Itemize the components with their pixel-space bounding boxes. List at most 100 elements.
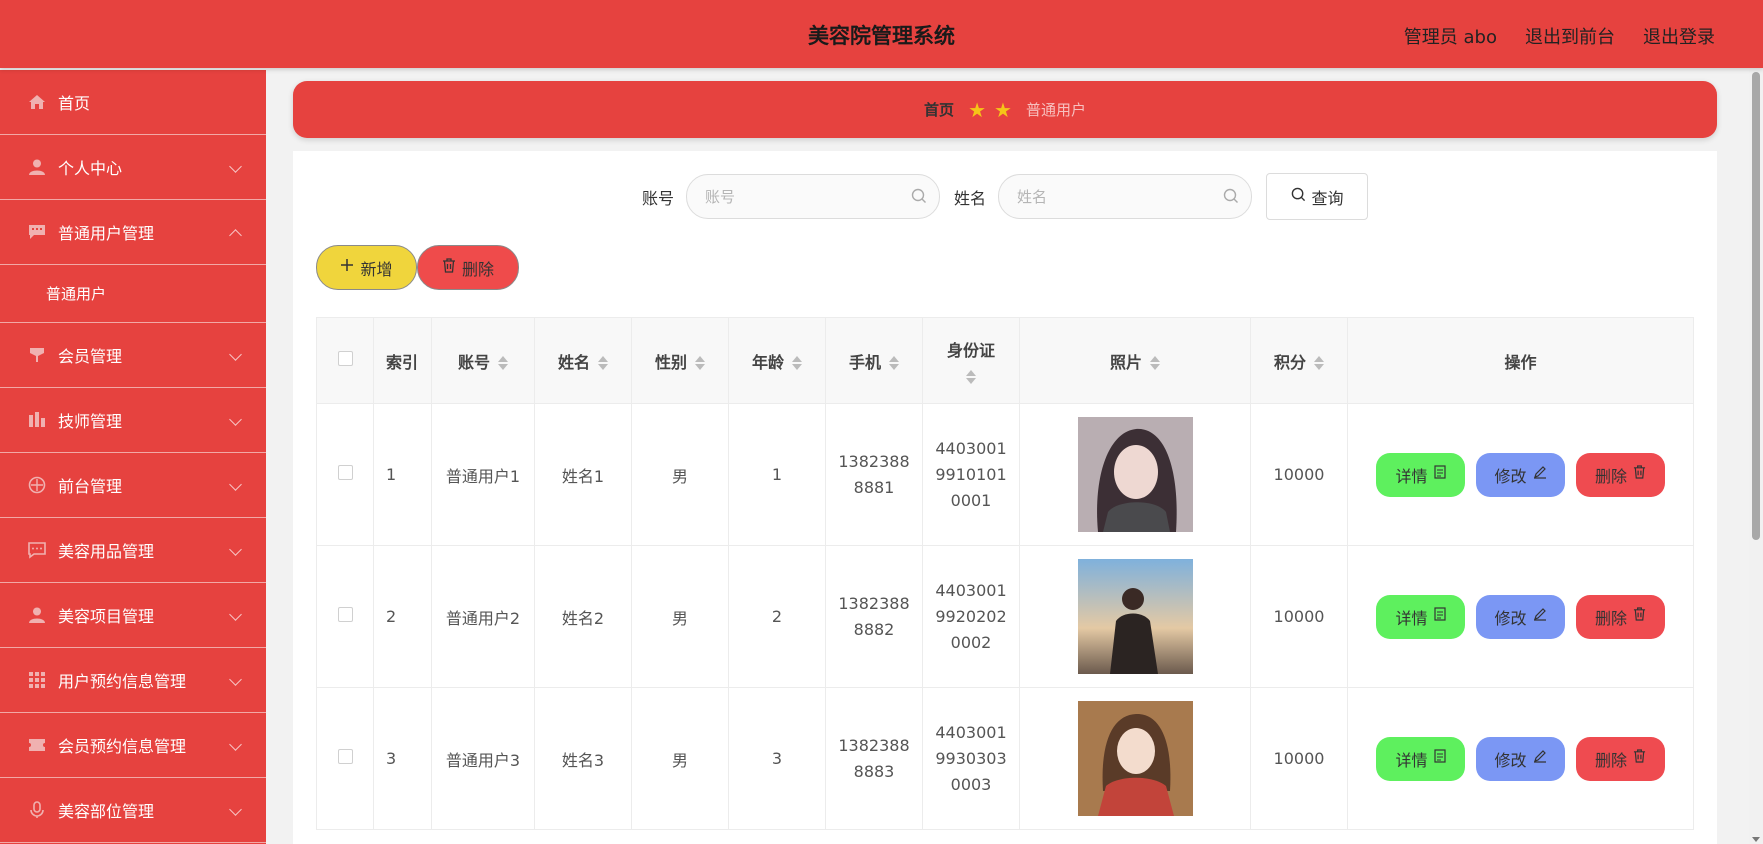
sidebar-item-label: 美容部位管理	[58, 802, 155, 821]
sidebar-item-label: 技师管理	[58, 412, 123, 431]
column-header-age[interactable]: 年龄	[728, 317, 826, 404]
document-icon	[1433, 465, 1446, 484]
user-photo[interactable]	[1077, 701, 1193, 816]
exit-to-front-link[interactable]: 退出到前台	[1525, 23, 1615, 49]
column-header-name[interactable]: 姓名	[534, 317, 632, 404]
detail-button[interactable]: 详情	[1376, 736, 1465, 781]
sidebar-item-user-management[interactable]: 普通用户管理	[0, 200, 266, 265]
add-button[interactable]: 新增	[316, 245, 417, 290]
sort-icon[interactable]	[598, 355, 608, 371]
chevron-down-icon	[229, 608, 242, 621]
sidebar-item-member-booking-management[interactable]: 会员预约信息管理	[0, 713, 266, 778]
sort-icon[interactable]	[1150, 355, 1160, 371]
column-header-index: 索引	[373, 317, 432, 404]
edit-button[interactable]: 修改	[1476, 594, 1565, 639]
cell-phone: 13823888882	[838, 593, 910, 639]
detail-button[interactable]: 详情	[1376, 594, 1465, 639]
message-icon	[28, 541, 46, 559]
batch-delete-button[interactable]: 删除	[417, 245, 519, 290]
column-header-phone[interactable]: 手机	[825, 317, 923, 404]
query-button[interactable]: 查询	[1266, 173, 1369, 220]
sidebar-item-beauty-supplies-management[interactable]: 美容用品管理	[0, 518, 266, 583]
sidebar-item-front-desk-management[interactable]: 前台管理	[0, 453, 266, 518]
header-links: 管理员 abo 退出到前台 退出登录	[1404, 23, 1715, 49]
sidebar-item-label: 会员预约信息管理	[58, 737, 187, 756]
edit-button[interactable]: 修改	[1476, 736, 1565, 781]
edit-button[interactable]: 修改	[1476, 452, 1565, 497]
row-actions: 详情 修改 删除	[1348, 594, 1693, 639]
sidebar-item-user-booking-management[interactable]: 用户预约信息管理	[0, 648, 266, 713]
scroll-down-arrow-icon[interactable]	[1752, 837, 1760, 842]
chevron-down-icon	[229, 478, 242, 491]
scrollbar-thumb[interactable]	[1752, 72, 1760, 540]
sidebar-item-beauty-area-management[interactable]: 美容部位管理	[0, 778, 266, 843]
table-header-row: 索引 账号 姓名 性别 年龄 手机 身份证 照片 积分 操作	[316, 317, 1694, 404]
sidebar-item-personal-center[interactable]: 个人中心	[0, 135, 266, 200]
chevron-down-icon	[229, 348, 242, 361]
cell-name: 姓名1	[534, 403, 632, 546]
cell-points: 10000	[1250, 545, 1348, 688]
document-icon	[1433, 607, 1446, 626]
chevron-down-icon	[229, 738, 242, 751]
action-bar: 新增 删除	[316, 245, 519, 290]
table-row: 1 普通用户1 姓名1 男 1 13823888881 440300199101…	[316, 403, 1694, 546]
mic-icon	[28, 801, 46, 819]
detail-button[interactable]: 详情	[1376, 452, 1465, 497]
delete-button[interactable]: 删除	[1576, 594, 1665, 639]
row-actions: 详情 修改 删除	[1348, 736, 1693, 781]
row-checkbox[interactable]	[337, 465, 353, 480]
select-all-checkbox[interactable]	[337, 351, 353, 366]
chevron-down-icon	[229, 160, 242, 173]
pencil-icon	[1533, 465, 1547, 484]
column-header-id-card[interactable]: 身份证	[922, 317, 1020, 404]
sort-icon[interactable]	[695, 355, 705, 371]
delete-button-label: 删除	[461, 261, 494, 279]
name-input[interactable]	[999, 175, 1252, 218]
account-search-box	[686, 174, 940, 219]
cell-points: 10000	[1250, 687, 1348, 830]
cell-age: 2	[728, 545, 826, 688]
column-header-account[interactable]: 账号	[431, 317, 535, 404]
logout-link[interactable]: 退出登录	[1643, 23, 1715, 49]
search-icon	[1291, 187, 1306, 207]
star-icon: ★	[994, 97, 1012, 122]
user-photo[interactable]	[1077, 559, 1193, 674]
sidebar-item-technician-management[interactable]: 技师管理	[0, 388, 266, 453]
sidebar-item-label: 美容用品管理	[58, 542, 155, 561]
column-header-points[interactable]: 积分	[1250, 317, 1348, 404]
sort-icon[interactable]	[1314, 355, 1324, 371]
sort-icon[interactable]	[792, 355, 802, 371]
admin-user-label[interactable]: 管理员 abo	[1404, 23, 1497, 49]
delete-button[interactable]: 删除	[1576, 452, 1665, 497]
sort-icon[interactable]	[966, 369, 976, 385]
table-row: 3 普通用户3 姓名3 男 3 13823888883 440300199303…	[316, 687, 1694, 830]
vertical-scrollbar[interactable]	[1749, 68, 1763, 844]
row-checkbox[interactable]	[337, 607, 353, 622]
chat-icon	[28, 223, 46, 241]
sidebar-subitem-normal-user[interactable]: 普通用户	[0, 265, 266, 323]
trash-icon	[1633, 749, 1646, 768]
sidebar-item-home[interactable]: 首页	[0, 70, 266, 135]
cell-id-card: 440300199303030003	[935, 722, 1007, 794]
account-input[interactable]	[687, 175, 939, 218]
row-actions: 详情 修改 删除	[1348, 452, 1693, 497]
search-icon	[911, 188, 927, 208]
sort-icon[interactable]	[889, 355, 899, 371]
sort-icon[interactable]	[498, 355, 508, 371]
user-photo[interactable]	[1077, 417, 1193, 532]
breadcrumb-home[interactable]: 首页	[924, 99, 954, 120]
column-header-photo[interactable]: 照片	[1019, 317, 1251, 404]
search-icon	[1223, 188, 1239, 208]
breadcrumb-current: 普通用户	[1025, 101, 1086, 119]
user-icon	[28, 158, 46, 176]
row-checkbox[interactable]	[337, 749, 353, 764]
star-icon: ★	[968, 97, 986, 122]
delete-button[interactable]: 删除	[1576, 736, 1665, 781]
sidebar-item-member-management[interactable]: 会员管理	[0, 323, 266, 388]
select-all-cell	[316, 317, 374, 404]
document-icon	[1433, 749, 1446, 768]
cell-account: 普通用户1	[431, 403, 535, 546]
column-header-gender[interactable]: 性别	[631, 317, 729, 404]
add-button-label: 新增	[360, 261, 393, 279]
sidebar-item-beauty-project-management[interactable]: 美容项目管理	[0, 583, 266, 648]
